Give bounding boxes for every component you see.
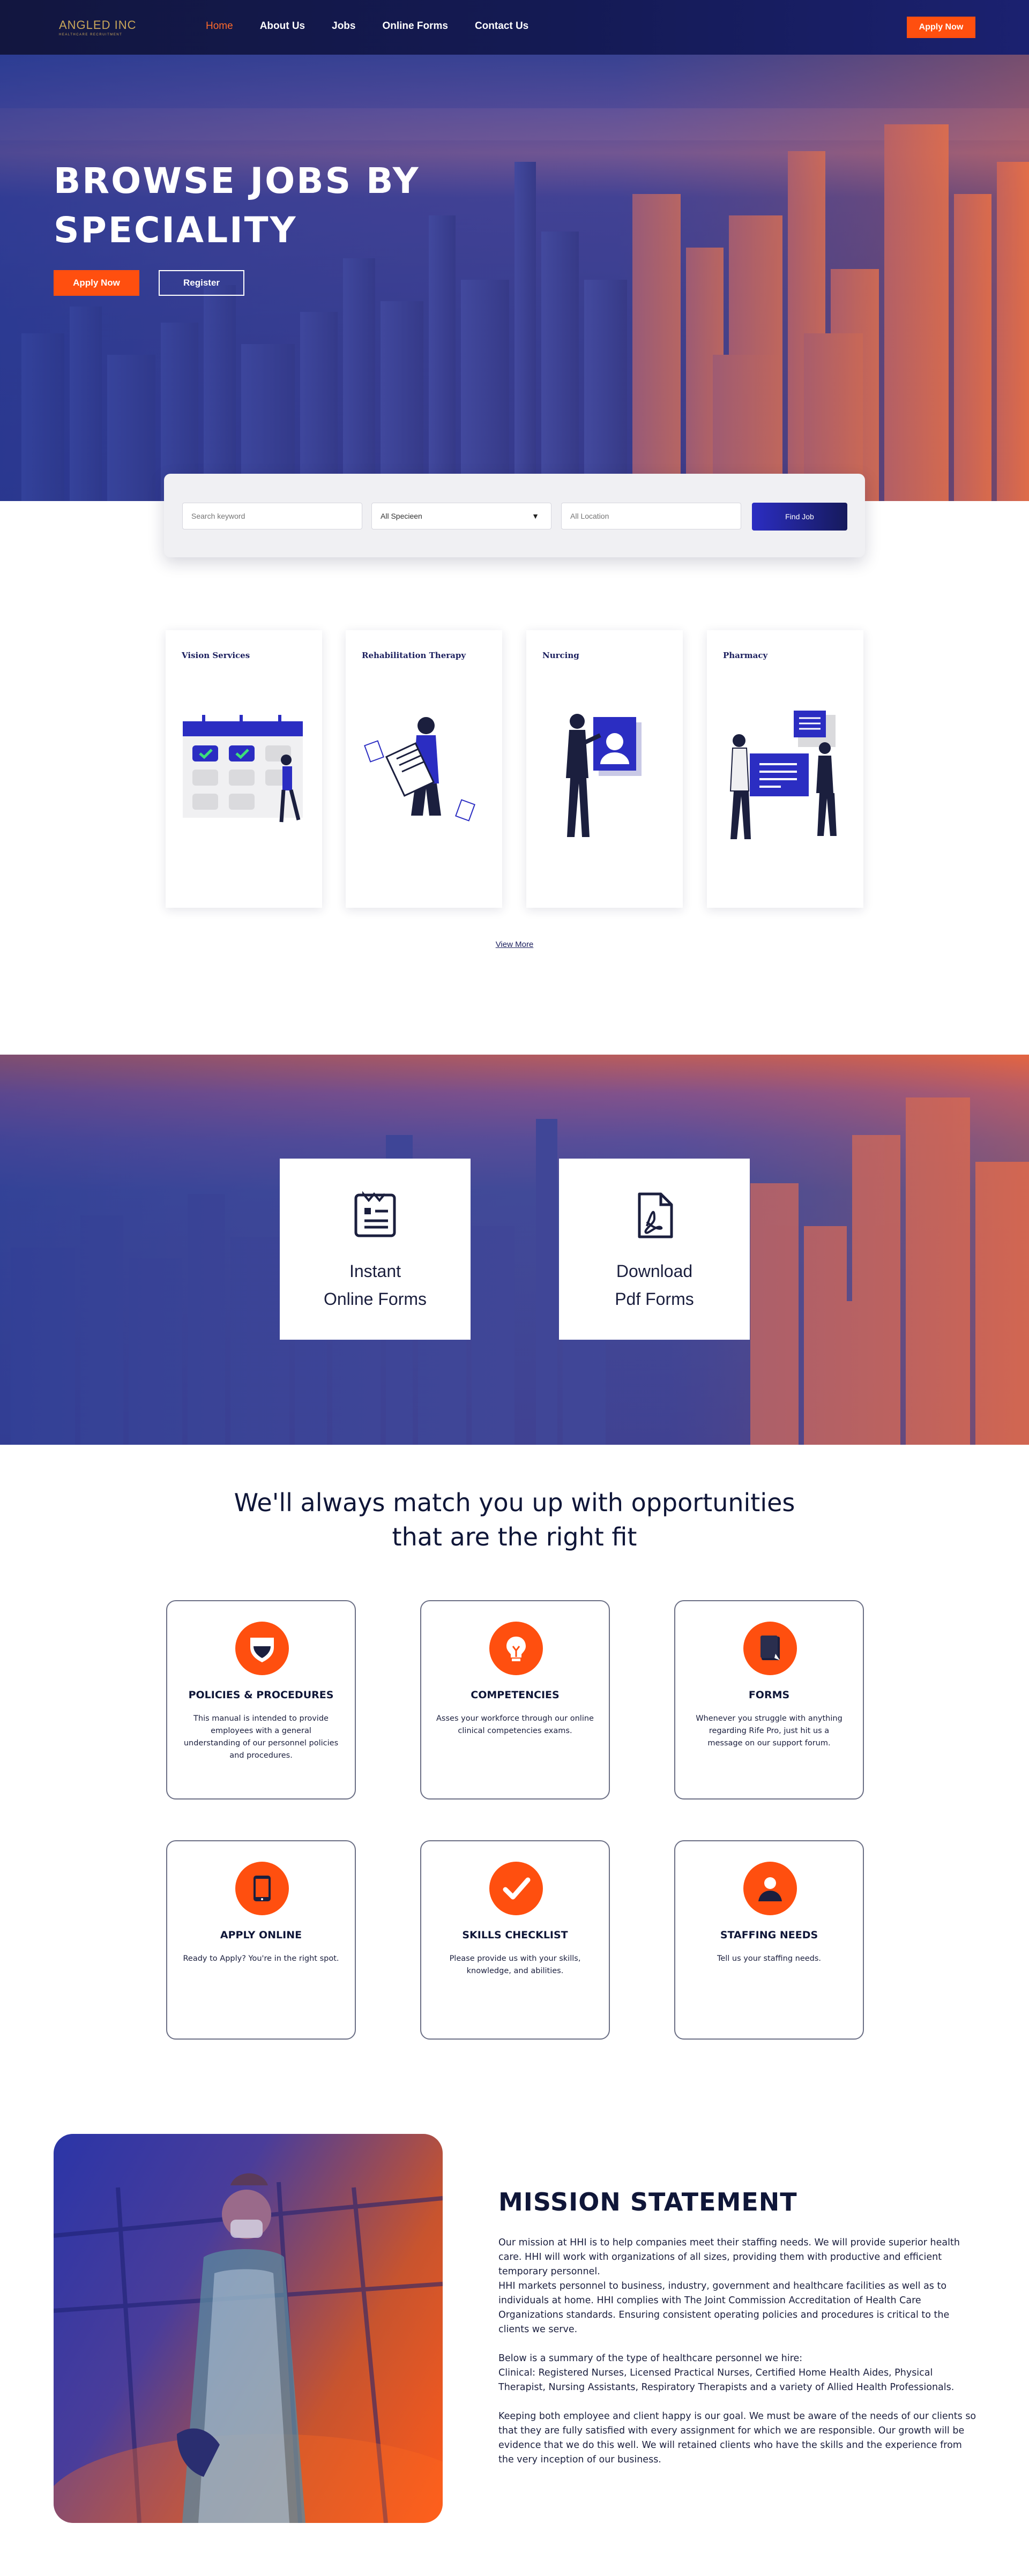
feature-title: STAFFING NEEDS <box>720 1929 818 1941</box>
nav-link-jobs[interactable]: Jobs <box>332 20 355 32</box>
document-illustration-icon <box>364 717 475 822</box>
feature-icon-circle <box>235 1862 289 1915</box>
opportunities-heading: We'll always match you up with opportuni… <box>193 1485 836 1554</box>
instant-online-forms-card[interactable]: Instant Online Forms <box>280 1159 471 1340</box>
pdf-icon <box>638 1192 673 1238</box>
specialty-card-label: Rehabilitation Therapy <box>362 651 466 660</box>
find-job-button[interactable]: Find Job <box>752 503 847 531</box>
feature-icon-circle <box>235 1622 289 1675</box>
feature-description: This manual is intended to provide emplo… <box>183 1714 339 1760</box>
form-card-line-2: Online Forms <box>323 1289 427 1309</box>
view-more-link[interactable]: View More <box>482 940 547 949</box>
feature-icon-circle <box>743 1862 797 1915</box>
feature-description: Ready to Apply? You're in the right spot… <box>183 1954 339 1963</box>
specialty-card-label: Pharmacy <box>723 651 768 660</box>
nurse-photo <box>54 2134 443 2523</box>
specialty-card-pharmacy[interactable]: Pharmacy <box>707 630 863 908</box>
nav-link-about-us[interactable]: About Us <box>260 20 305 32</box>
mission-paragraph-5: Keeping both employee and client happy i… <box>498 2411 976 2465</box>
form-card-line-2: Pdf Forms <box>615 1289 694 1309</box>
hero-register-button[interactable]: Register <box>159 270 244 296</box>
feature-card-skills-checklist[interactable]: SKILLS CHECKLIST Please provide us with … <box>420 1840 610 2040</box>
specialty-card-nursing[interactable]: Nurcing <box>526 630 683 908</box>
feature-description: Asses your workforce through our online … <box>436 1714 594 1735</box>
feature-card-forms[interactable]: FORMS Whenever you struggle with anythin… <box>674 1600 864 1800</box>
location-field[interactable] <box>561 503 741 529</box>
feature-icon-circle <box>743 1622 797 1675</box>
location-input[interactable] <box>570 512 741 520</box>
brand-logo[interactable]: ANGLED INC HEALTHCARE RECRUITMENT <box>59 18 155 36</box>
logo-wordmark: ANGLED INC <box>59 18 137 32</box>
checkmark-icon <box>503 1877 531 1900</box>
logo-tagline: HEALTHCARE RECRUITMENT <box>59 33 123 36</box>
top-navbar: ANGLED INC HEALTHCARE RECRUITMENT Home A… <box>0 0 1029 55</box>
user-icon <box>758 1877 782 1901</box>
hero-title: BROWSE JOBS BY SPECIALITY <box>54 156 536 255</box>
mission-statement-title: MISSION STATEMENT <box>498 2187 797 2216</box>
mission-paragraph-2: HHI markets personnel to business, indus… <box>498 2281 950 2335</box>
mission-paragraph-3: Below is a summary of the type of health… <box>498 2353 803 2364</box>
feature-title: COMPETENCIES <box>471 1689 560 1701</box>
specialty-select[interactable]: All Specieen ▼ <box>371 503 551 529</box>
form-card-line-1: Instant <box>349 1261 401 1281</box>
forms-banner <box>0 1055 1029 1445</box>
search-keyword-input[interactable] <box>191 512 362 520</box>
form-card-line-1: Download <box>616 1261 693 1281</box>
opportunities-heading-line-1: We'll always match you up with opportuni… <box>234 1488 795 1517</box>
keyword-field[interactable] <box>182 503 362 529</box>
banner-skyline-image <box>0 1055 1029 1445</box>
feature-description: Please provide us with your skills, know… <box>449 1954 581 1975</box>
hero-skyline-image <box>0 55 1029 501</box>
feature-card-staffing-needs[interactable]: STAFFING NEEDS Tell us your staffing nee… <box>674 1840 864 2040</box>
specialty-card-label: Vision Services <box>182 651 250 660</box>
mission-paragraph-4: Clinical: Registered Nurses, Licensed Pr… <box>498 2368 955 2393</box>
nav-apply-now-button[interactable]: Apply Now <box>907 17 975 38</box>
feature-title: SKILLS CHECKLIST <box>462 1929 568 1941</box>
nav-link-online-forms[interactable]: Online Forms <box>382 20 448 32</box>
feature-card-apply-online[interactable]: APPLY ONLINE Ready to Apply? You're in t… <box>166 1840 356 2040</box>
presentation-illustration-icon <box>729 711 837 839</box>
calendar-illustration-icon <box>183 715 303 823</box>
specialty-card-rehabilitation-therapy[interactable]: Rehabilitation Therapy <box>346 630 502 908</box>
shield-icon <box>250 1638 274 1662</box>
feature-description: Tell us your staffing needs. <box>717 1954 822 1963</box>
specialty-card-vision-services[interactable]: Vision Services <box>166 630 322 908</box>
feature-title: FORMS <box>748 1689 790 1701</box>
main-nav: Home About Us Jobs Online Forms Contact … <box>206 20 555 32</box>
chevron-down-icon: ▼ <box>532 512 539 520</box>
tablet-icon <box>253 1876 271 1901</box>
nav-link-home[interactable]: Home <box>206 20 233 32</box>
opportunities-heading-line-2: that are the right fit <box>392 1522 637 1551</box>
document-icon <box>760 1636 780 1660</box>
feature-title: APPLY ONLINE <box>220 1929 302 1941</box>
feature-card-competencies[interactable]: COMPETENCIES Asses your workforce throug… <box>420 1600 610 1800</box>
profile-card-illustration-icon <box>566 714 642 837</box>
feature-icon-circle <box>489 1862 543 1915</box>
mission-paragraph-1: Our mission at HHI is to help companies … <box>498 2237 960 2277</box>
lightbulb-icon <box>506 1637 526 1661</box>
feature-title: POLICIES & PROCEDURES <box>188 1689 334 1701</box>
specialty-card-label: Nurcing <box>542 651 579 660</box>
nav-link-contact-us[interactable]: Contact Us <box>475 20 528 32</box>
mission-statement-body: Our mission at HHI is to help companies … <box>498 2236 979 2467</box>
hero-apply-now-button[interactable]: Apply Now <box>54 270 139 296</box>
hero-title-line-1: BROWSE JOBS BY <box>54 160 420 201</box>
specialty-select-value: All Specieen <box>381 512 422 520</box>
job-search-panel: All Specieen ▼ Find Job <box>164 474 865 557</box>
form-icon <box>354 1191 396 1237</box>
hero-title-line-2: SPECIALITY <box>54 210 297 251</box>
feature-icon-circle <box>489 1622 543 1675</box>
download-pdf-forms-card[interactable]: Download Pdf Forms <box>559 1159 750 1340</box>
feature-description: Whenever you struggle with anything rega… <box>696 1714 842 1748</box>
nurse-photo-image <box>54 2173 443 2523</box>
feature-card-policies-procedures[interactable]: POLICIES & PROCEDURES This manual is int… <box>166 1600 356 1800</box>
hero-section: BROWSE JOBS BY SPECIALITY Apply Now Regi… <box>0 55 1029 501</box>
